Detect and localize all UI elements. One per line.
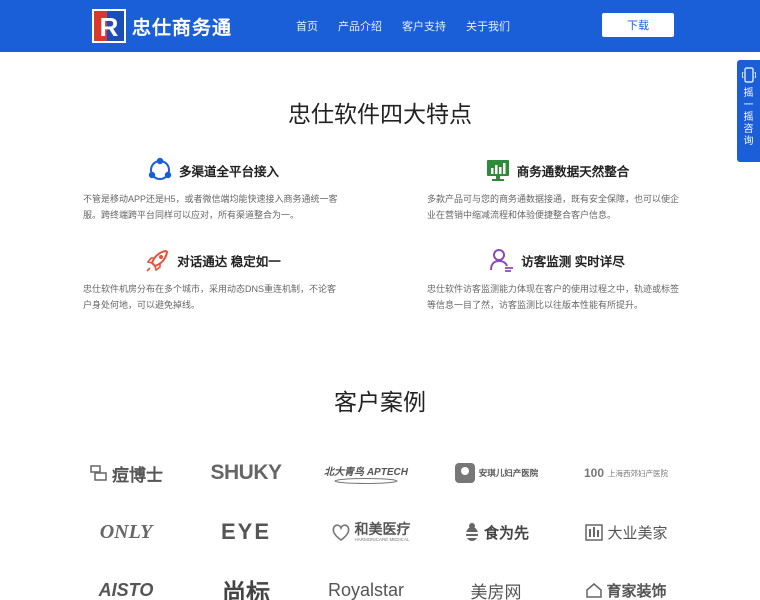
- feature-title: 对话通达 稳定如一: [177, 254, 281, 269]
- client-logo: 尚标: [222, 579, 270, 600]
- r-logo-icon: R: [92, 9, 126, 43]
- client-logo: 美房网: [470, 582, 522, 600]
- client-logo: ONLY: [99, 520, 153, 543]
- feature-desc: 忠仕软件机房分布在多个城市，采用动态DNS重连机制，不论客户身处何地，可以避免掉…: [83, 284, 337, 310]
- feature-stable-connection: 对话通达 稳定如一 忠仕软件机房分布在多个城市，采用动态DNS重连机制，不论客户…: [83, 246, 343, 313]
- clients-title: 客户案例: [334, 389, 426, 415]
- feature-desc: 不管是移动APP还是H5，或者微信端均能快速接入商务通统一客服。跨终端跨平台同样…: [83, 194, 338, 220]
- client-logo: 100 上海西郊妇产医院: [583, 466, 669, 480]
- share-nodes-icon: [148, 157, 172, 180]
- monitor-chart-icon: [486, 160, 509, 181]
- client-logo: 食为先: [446, 516, 546, 548]
- main-nav: 首页 产品介绍 客户支持 关于我们: [296, 0, 530, 52]
- house-logo-icon: [586, 583, 603, 598]
- swoosh-icon: [334, 477, 398, 484]
- building-logo-icon: [585, 524, 604, 541]
- client-logo: 和美医疗 HARMONICARE MEDICAL: [320, 516, 420, 548]
- top-navbar: R 忠仕商务通 首页 产品介绍 客户支持 关于我们 下载: [0, 0, 760, 52]
- svg-text:R: R: [100, 12, 119, 42]
- nav-support[interactable]: 客户支持: [402, 18, 446, 34]
- feature-visitor-monitor: 访客监测 实时详尽 忠仕软件访客监测能力体现在客户的使用过程之中，轨迹或标签等信…: [427, 246, 687, 313]
- dbs-logo-icon: [90, 465, 107, 481]
- client-logo: EYE: [220, 519, 272, 544]
- feature-data-integration: 商务通数据天然整合 多款产品可与您的商务通数据接通，既有安全保障，也可以使企业在…: [427, 156, 687, 223]
- client-logo: AISTO: [98, 579, 154, 600]
- phone-shake-icon: [741, 67, 756, 83]
- feature-title: 访客监测 实时详尽: [521, 254, 625, 269]
- nav-about[interactable]: 关于我们: [466, 18, 510, 34]
- feature-desc: 忠仕软件访客监测能力体现在客户的使用过程之中，轨迹或标签等信息一目了然，访客监测…: [427, 284, 680, 310]
- brand-name: 忠仕商务通: [132, 17, 233, 39]
- client-logo: 安琪儿妇产医院: [446, 457, 546, 489]
- rocket-icon: [146, 249, 169, 272]
- feature-desc: 多款产品可与您的商务通数据接通，既有安全保障，也可以使企业在营销中缩减流程和体验…: [427, 194, 680, 220]
- client-logo: 育家装饰: [576, 574, 676, 600]
- client-logo: 痘博士: [76, 457, 176, 489]
- features-title: 忠仕软件四大特点: [288, 101, 472, 127]
- client-logo: Royalstar: [327, 579, 405, 600]
- feature-multichannel: 多渠道全平台接入 不管是移动APP还是H5，或者微信端均能快速接入商务通统一客服…: [83, 156, 343, 223]
- visitor-icon: [490, 249, 514, 272]
- nav-home[interactable]: 首页: [296, 18, 318, 34]
- bee-logo-icon: [465, 523, 478, 541]
- nav-products[interactable]: 产品介绍: [338, 18, 382, 34]
- client-logo: 大业美家: [576, 516, 676, 548]
- hospital-logo-icon: [454, 463, 475, 483]
- heart-logo-icon: [331, 524, 350, 541]
- client-logo: 北大青鸟 APTECH: [316, 457, 416, 489]
- feature-title: 商务通数据天然整合: [516, 164, 630, 179]
- feature-title: 多渠道全平台接入: [178, 164, 279, 179]
- download-button[interactable]: 下载: [602, 13, 674, 37]
- client-logo: SHUKY: [210, 461, 282, 484]
- brand-logo[interactable]: R 忠仕商务通: [92, 9, 232, 43]
